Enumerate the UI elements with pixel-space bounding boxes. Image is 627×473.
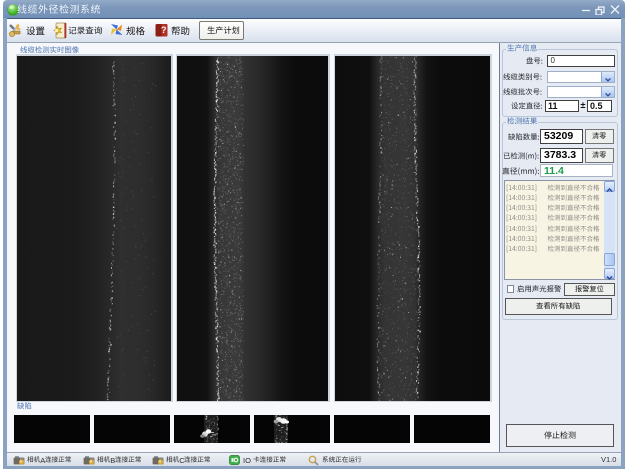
- svg-text:?: ?: [161, 25, 167, 35]
